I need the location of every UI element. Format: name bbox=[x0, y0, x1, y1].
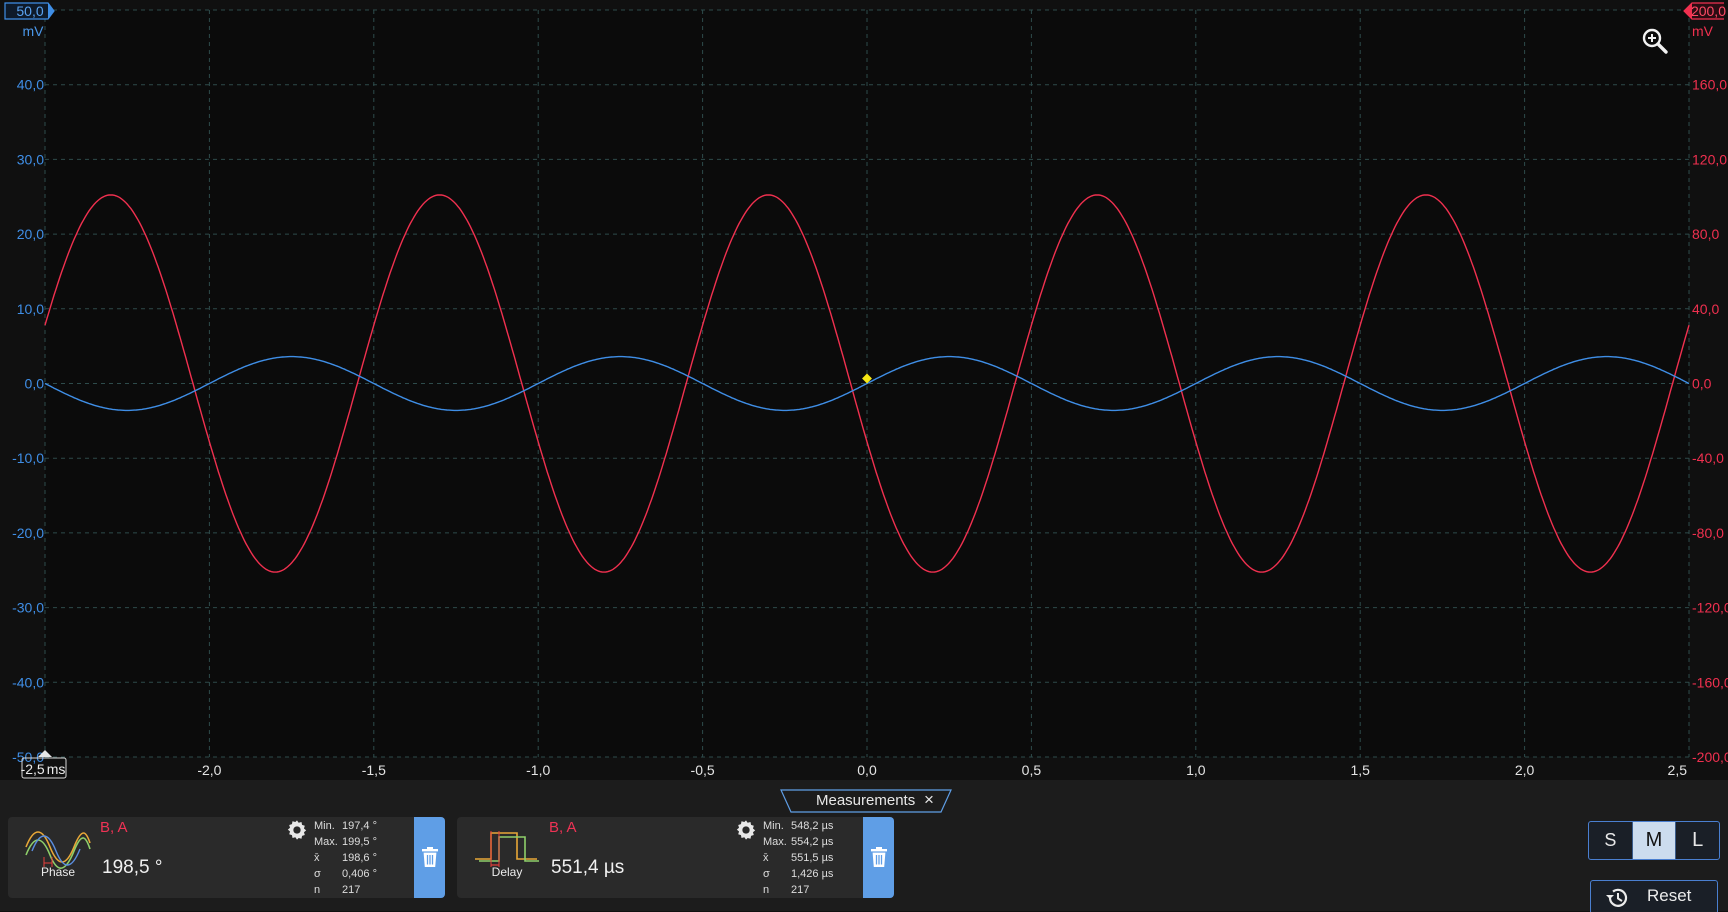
delay-stats: Min. 548,2 µs Max. 554,2 µs x̄ 551,5 µs σ 1,… bbox=[763, 818, 833, 898]
stat-value: 217 bbox=[342, 884, 361, 896]
right-axis-tick-label: 120,0 bbox=[1692, 151, 1727, 167]
left-axis-tick-label: -40,0 bbox=[12, 674, 44, 690]
stat-value: 199,5 ° bbox=[342, 836, 377, 848]
delay-label: Delay bbox=[491, 865, 523, 879]
stat-value: 1,426 µs bbox=[791, 868, 834, 880]
left-axis-unit: mV bbox=[23, 23, 45, 39]
stat-value: 548,2 µs bbox=[791, 820, 834, 832]
stat-row: Min. 548,2 µs bbox=[763, 818, 833, 834]
stat-row: n 217 bbox=[314, 882, 377, 898]
history-icon bbox=[1606, 888, 1628, 907]
x-axis-tick-label: 0,0 bbox=[857, 762, 877, 778]
right-axis-tick-label: 160,0 bbox=[1692, 77, 1727, 93]
gear-icon[interactable] bbox=[286, 819, 308, 841]
x-axis-tick-label: 1,0 bbox=[1186, 762, 1206, 778]
phase-waveform-icon bbox=[25, 831, 91, 869]
left-axis-tick-label: 30,0 bbox=[17, 151, 44, 167]
phase-value: 198,5 ° bbox=[102, 857, 163, 878]
x-axis-tick-label: -2,0 bbox=[197, 762, 221, 778]
stat-row: Min. 197,4 ° bbox=[314, 818, 377, 834]
phase-label: Phase bbox=[40, 865, 76, 879]
delay-pulse-icon bbox=[475, 831, 539, 867]
right-scale-badge[interactable]: 200,0 bbox=[1683, 2, 1726, 20]
stat-key: n bbox=[763, 884, 770, 896]
stat-value: 551,5 µs bbox=[791, 852, 834, 864]
left-axis-tick-label: -20,0 bbox=[12, 525, 44, 541]
measurements-tab[interactable]: Measurements × bbox=[780, 789, 952, 813]
stat-key: σ bbox=[763, 868, 770, 880]
delete-phase-button[interactable] bbox=[414, 817, 445, 898]
stat-key: x̄ bbox=[314, 852, 320, 864]
phase-stats: Min. 197,4 ° Max. 199,5 ° x̄ 198,6 ° σ 0,406… bbox=[314, 818, 377, 898]
left-axis-tick-label: 10,0 bbox=[17, 301, 44, 317]
right-axis-tick-label: -80,0 bbox=[1692, 525, 1724, 541]
size-l-button[interactable]: L bbox=[1675, 822, 1719, 859]
stat-row: Max. 554,2 µs bbox=[763, 834, 833, 850]
stat-value: 197,4 ° bbox=[342, 820, 377, 832]
gear-icon[interactable] bbox=[735, 819, 757, 841]
right-axis-tick-label: 40,0 bbox=[1692, 301, 1719, 317]
delete-delay-button[interactable] bbox=[863, 817, 894, 898]
right-axis-tick-label: -120,0 bbox=[1692, 600, 1728, 616]
phase-channels: B, A bbox=[100, 819, 128, 836]
right-axis-tick-label: -40,0 bbox=[1692, 450, 1724, 466]
trash-icon bbox=[871, 847, 887, 867]
delay-channels: B, A bbox=[549, 819, 577, 836]
x-axis-tick-label: 1,5 bbox=[1350, 762, 1370, 778]
stat-value: 0,406 ° bbox=[342, 868, 377, 880]
left-scale-badge[interactable]: 50,0 bbox=[4, 2, 55, 20]
stat-key: Min. bbox=[314, 820, 335, 832]
stat-value: 198,6 ° bbox=[342, 852, 377, 864]
left-axis-tick-label: 40,0 bbox=[17, 77, 44, 93]
stat-row: Max. 199,5 ° bbox=[314, 834, 377, 850]
x-axis-start-label: -2,5 ms bbox=[21, 761, 66, 777]
left-axis-tick-label: -10,0 bbox=[12, 450, 44, 466]
right-axis-tick-label: 80,0 bbox=[1692, 226, 1719, 242]
x-axis-tick-label: -1,5 bbox=[362, 762, 386, 778]
stat-row: x̄ 551,5 µs bbox=[763, 850, 833, 866]
left-axis-tick-label: 20,0 bbox=[17, 226, 44, 242]
stat-value: 554,2 µs bbox=[791, 836, 834, 848]
close-measurements-button[interactable]: × bbox=[924, 790, 934, 810]
stat-key: n bbox=[314, 884, 321, 896]
scope-display[interactable]: 40,0 30,0 20,0 10,0 0,0 -10,0 -20,0 -30,0 -40,0 -… bbox=[0, 0, 1728, 780]
view-size-selector: S M L bbox=[1588, 821, 1720, 860]
size-s-button[interactable]: S bbox=[1589, 822, 1632, 859]
stat-row: σ 0,406 ° bbox=[314, 866, 377, 882]
reset-button[interactable]: Reset bbox=[1590, 880, 1718, 912]
left-scale-value: 50,0 bbox=[16, 3, 43, 19]
x-axis-tick-label: 2,5 bbox=[1668, 762, 1688, 778]
x-axis-tick-label: 0,5 bbox=[1022, 762, 1042, 778]
stat-key: Min. bbox=[763, 820, 784, 832]
delay-value: 551,4 µs bbox=[551, 857, 625, 878]
left-axis-tick-label: -30,0 bbox=[12, 600, 44, 616]
trash-icon bbox=[422, 847, 438, 867]
measurements-title: Measurements bbox=[816, 792, 916, 809]
phase-measurement-card[interactable]: Phase B, A 198,5 ° Min. 197,4 ° Max. 199,5… bbox=[8, 817, 445, 898]
left-axis-tick-label: 0,0 bbox=[25, 376, 45, 392]
stat-row: x̄ 198,6 ° bbox=[314, 850, 377, 866]
x-axis-tick-label: -1,0 bbox=[526, 762, 550, 778]
stat-key: σ bbox=[314, 868, 321, 880]
right-axis-tick-label: 0,0 bbox=[1692, 376, 1712, 392]
reset-label: Reset bbox=[1647, 886, 1692, 905]
delay-measurement-card[interactable]: Delay B, A 551,4 µs Min. 548,2 µs Max. 554… bbox=[457, 817, 894, 898]
right-scale-value: 200,0 bbox=[1691, 3, 1726, 19]
stat-key: x̄ bbox=[763, 852, 769, 864]
stat-row: n 217 bbox=[763, 882, 833, 898]
stat-key: Max. bbox=[763, 836, 787, 848]
size-m-button[interactable]: M bbox=[1631, 822, 1676, 859]
right-axis-tick-label: -160,0 bbox=[1692, 674, 1728, 690]
right-axis-unit: mV bbox=[1692, 23, 1714, 39]
x-axis-tick-label: 2,0 bbox=[1515, 762, 1535, 778]
stat-row: σ 1,426 µs bbox=[763, 866, 833, 882]
right-axis-tick-label: -200,0 bbox=[1692, 749, 1728, 765]
stat-value: 217 bbox=[791, 884, 810, 896]
stat-key: Max. bbox=[314, 836, 338, 848]
x-axis-tick-label: -0,5 bbox=[691, 762, 715, 778]
